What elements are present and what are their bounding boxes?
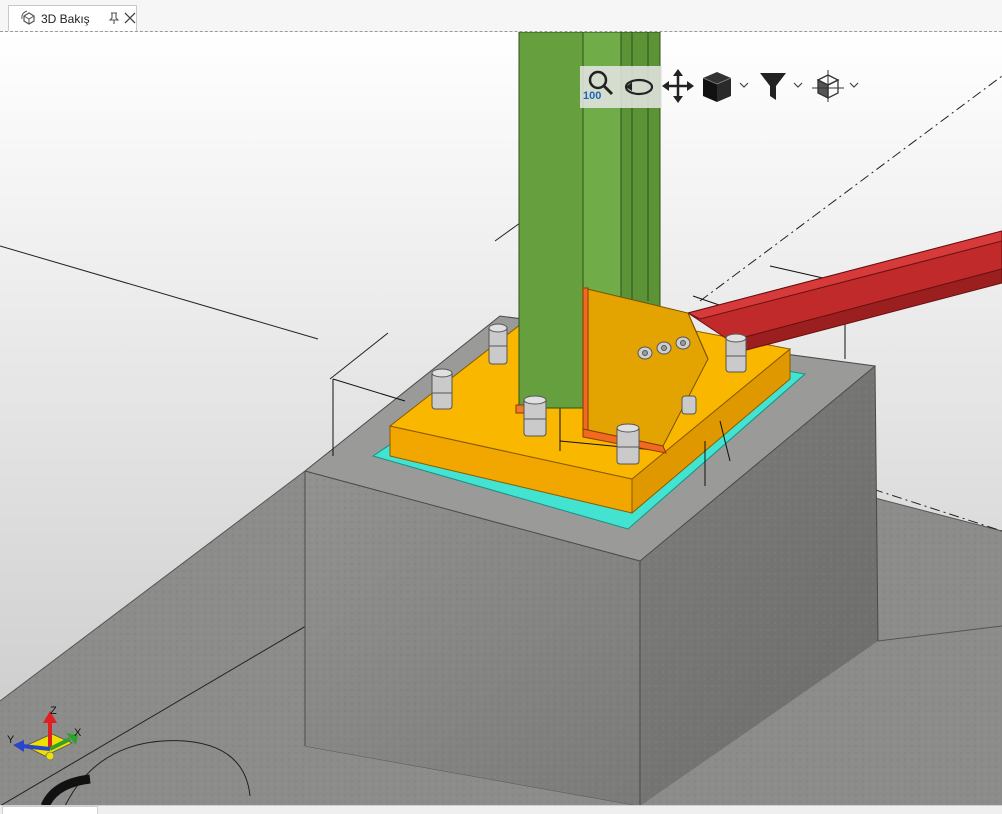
anchor-bolt	[431, 368, 453, 410]
anchor-bolt	[616, 423, 640, 465]
view-3d-icon	[21, 10, 35, 25]
zoom-value: 100	[583, 90, 602, 102]
anchor-bolt	[681, 395, 697, 415]
section-box-dropdown[interactable]	[849, 81, 859, 89]
view-cube-icon[interactable]	[700, 68, 734, 104]
3d-scene[interactable]: Z X Y	[0, 32, 1002, 805]
orbit-icon[interactable]	[622, 68, 656, 104]
tab-bar: 3D Bakış	[0, 0, 1002, 31]
bottom-tab[interactable]	[2, 806, 98, 814]
anchor-bolt	[488, 323, 508, 365]
anchor-bolt	[523, 395, 547, 437]
axis-x-label: X	[74, 727, 82, 739]
axis-y-label: Y	[7, 734, 15, 746]
bottom-tab-strip	[0, 805, 1002, 814]
tab-label: 3D Bakış	[41, 12, 90, 26]
view-cube-dropdown[interactable]	[739, 81, 749, 89]
tab-3d-view[interactable]: 3D Bakış	[8, 5, 137, 31]
close-icon[interactable]	[123, 11, 137, 25]
filter-dropdown[interactable]	[793, 81, 803, 89]
anchor-bolt	[725, 333, 747, 373]
section-box-icon[interactable]	[812, 68, 844, 104]
3d-viewport[interactable]: Z X Y 100	[0, 31, 1002, 805]
pan-icon[interactable]	[662, 68, 694, 104]
pin-icon[interactable]	[108, 11, 120, 25]
axis-z-label: Z	[50, 705, 57, 717]
filter-icon[interactable]	[758, 68, 788, 104]
